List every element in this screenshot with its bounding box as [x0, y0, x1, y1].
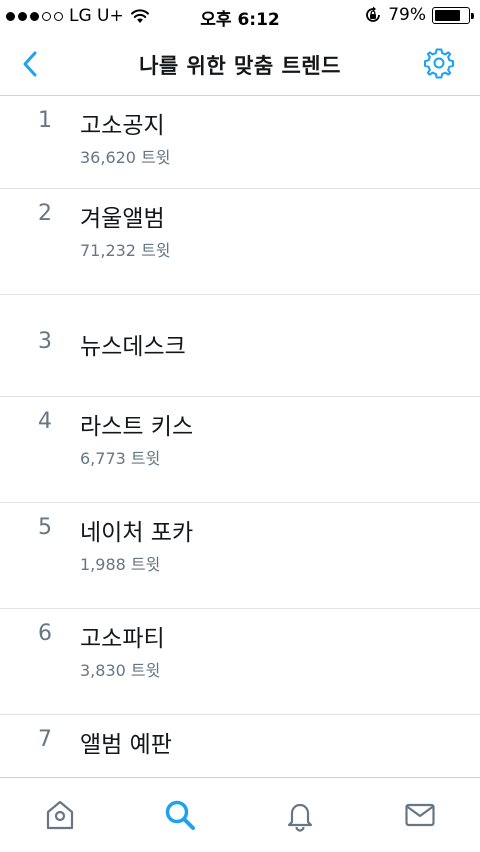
trend-rank: 1 — [38, 108, 52, 133]
trend-rank: 6 — [38, 621, 52, 646]
trend-name: 고소공지 — [80, 113, 165, 139]
rotation-lock-icon — [366, 6, 381, 22]
trend-tweet-count: 3,830 트윗 — [80, 661, 161, 680]
trend-item-3[interactable]: 3 뉴스데스크 — [0, 295, 480, 397]
status-right: 79% — [364, 5, 474, 25]
battery-percent: 79% — [388, 5, 426, 25]
trend-name: 고소파티 — [80, 626, 165, 652]
navigation-bar: 나를 위한 맞춤 트렌드 — [0, 32, 480, 96]
trend-tweet-count: 36,620 트윗 — [80, 148, 171, 167]
trend-list: 1 고소공지 36,620 트윗 2 겨울앨범 71,232 트윗 3 뉴스데스… — [0, 97, 480, 777]
trend-item-4[interactable]: 4 라스트 키스 6,773 트윗 — [0, 397, 480, 503]
tab-search[interactable] — [120, 778, 240, 852]
bell-icon — [287, 803, 313, 832]
trend-name: 네이처 포카 — [80, 520, 194, 546]
trend-rank: 4 — [38, 409, 52, 434]
settings-button[interactable] — [422, 46, 456, 80]
battery-level — [435, 9, 461, 21]
trend-tweet-count: 6,773 트윗 — [80, 449, 161, 468]
trend-item-7[interactable]: 7 앨범 예판 — [0, 715, 480, 777]
trend-name: 겨울앨범 — [80, 206, 165, 232]
search-icon — [165, 800, 195, 830]
trend-rank: 7 — [38, 727, 52, 752]
page-title: 나를 위한 맞춤 트렌드 — [139, 54, 341, 78]
tab-bar — [0, 777, 480, 852]
trend-rank: 5 — [38, 515, 52, 540]
trend-tweet-count: 71,232 트윗 — [80, 241, 171, 260]
home-icon — [46, 800, 74, 830]
trend-item-1[interactable]: 1 고소공지 36,620 트윗 — [0, 97, 480, 189]
tab-messages[interactable] — [360, 778, 480, 852]
trend-tweet-count: 1,988 트윗 — [80, 555, 161, 574]
battery-icon — [432, 6, 474, 24]
trend-item-2[interactable]: 2 겨울앨범 71,232 트윗 — [0, 189, 480, 295]
gear-icon — [424, 48, 454, 79]
tab-home[interactable] — [0, 778, 120, 852]
trend-item-6[interactable]: 6 고소파티 3,830 트윗 — [0, 609, 480, 715]
trend-rank: 3 — [38, 329, 52, 354]
trend-rank: 2 — [38, 201, 52, 226]
trend-item-5[interactable]: 5 네이처 포카 1,988 트윗 — [0, 503, 480, 609]
trend-name: 앨범 예판 — [80, 732, 172, 758]
trend-name: 뉴스데스크 — [80, 334, 186, 360]
tab-notifications[interactable] — [240, 778, 360, 852]
mail-icon — [405, 803, 435, 827]
trend-name: 라스트 키스 — [80, 414, 194, 440]
status-bar: LG U+ 오후 6:12 79% — [0, 0, 480, 32]
